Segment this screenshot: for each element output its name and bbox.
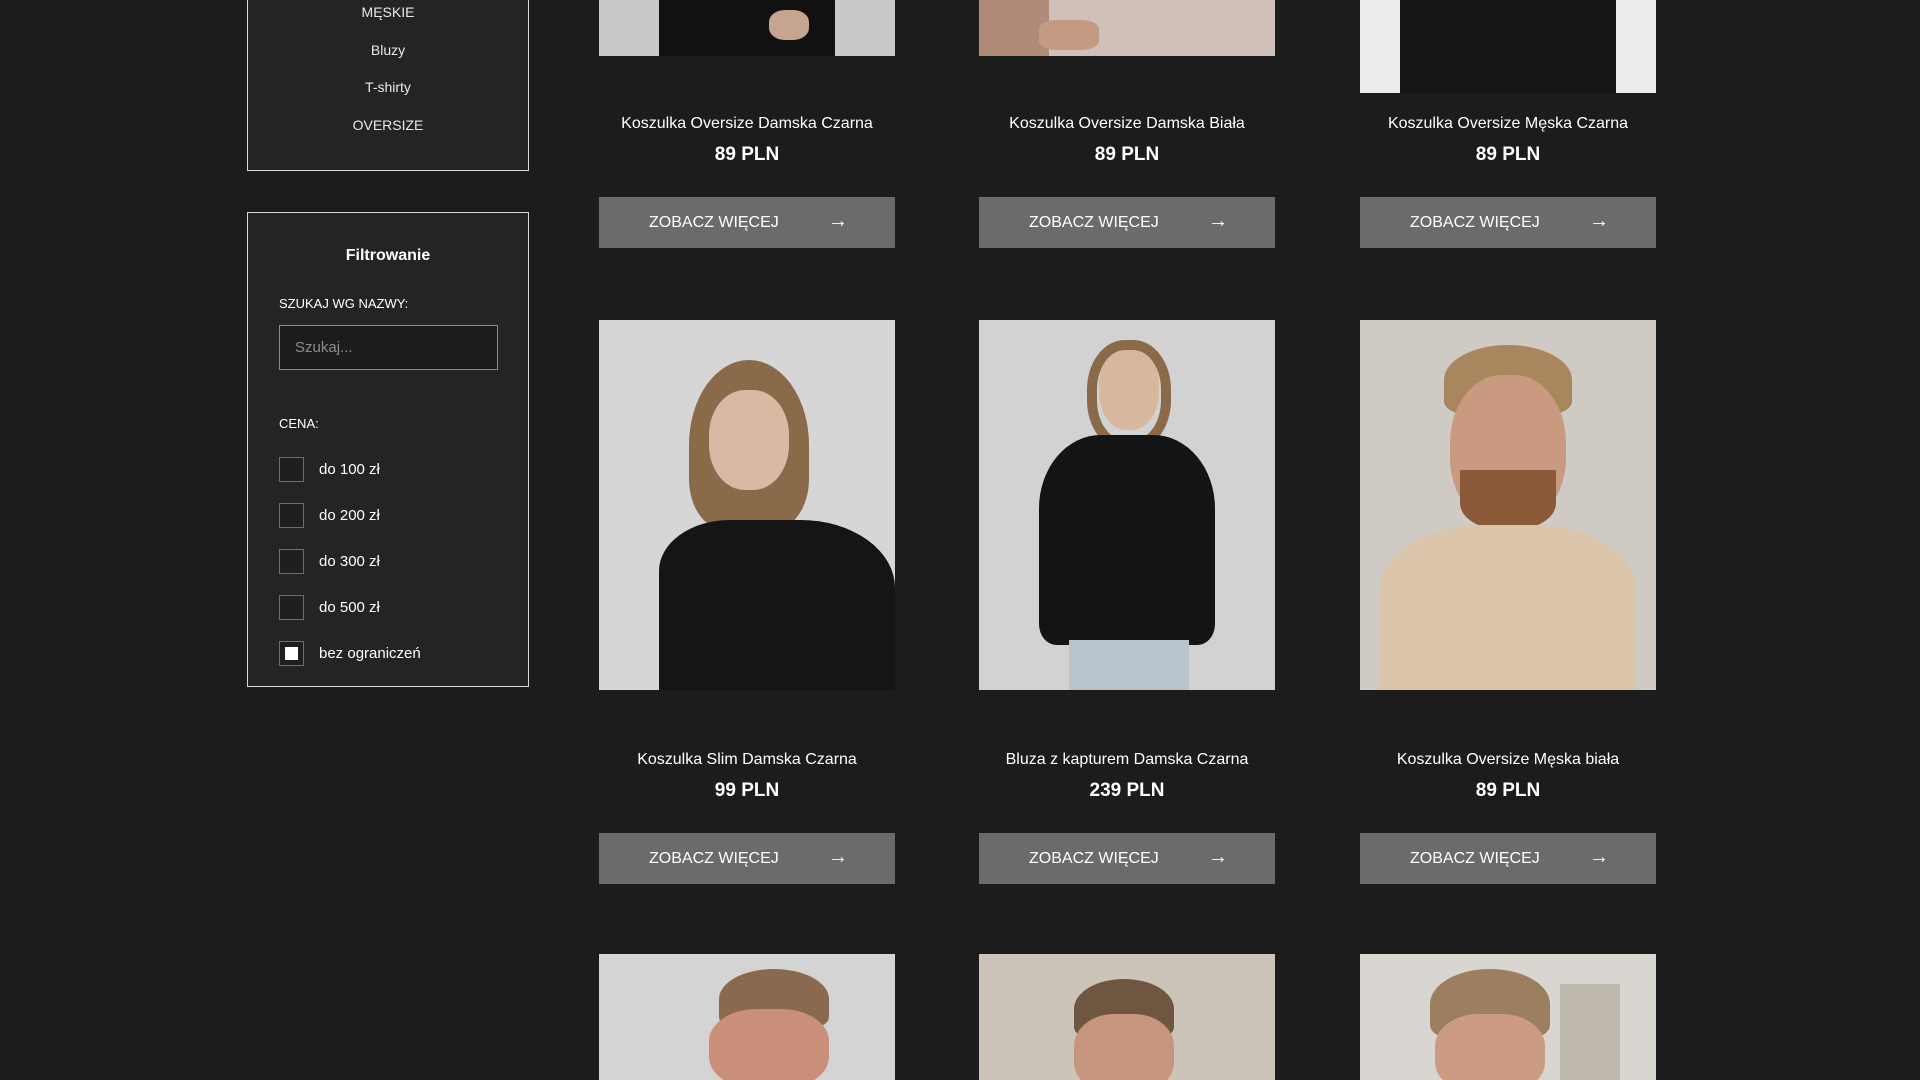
price-checkbox[interactable] [279,503,304,528]
product-image[interactable] [979,954,1275,1080]
price-option-label: do 100 zł [319,461,380,478]
price-checkbox[interactable] [279,457,304,482]
arrow-right-icon: → [1589,210,1609,232]
see-more-label: ZOBACZ WIĘCEJ [1029,850,1159,867]
arrow-right-icon: → [828,846,848,868]
price-option-label: do 200 zł [319,507,380,524]
see-more-label: ZOBACZ WIĘCEJ [1029,214,1159,231]
product-name[interactable]: Koszulka Oversize Męska biała [1320,751,1696,769]
see-more-label: ZOBACZ WIĘCEJ [649,850,779,867]
arrow-right-icon: → [1208,210,1228,232]
product-image[interactable] [599,320,895,690]
price-checkbox[interactable] [279,595,304,620]
product-image[interactable] [599,954,895,1080]
price-option-label: bez ograniczeń [319,645,421,662]
price-option-500[interactable]: do 500 zł [279,595,499,621]
product-price: 99 PLN [714,780,780,801]
product-image[interactable] [1360,320,1656,690]
product-name[interactable]: Bluza z kapturem Damska Czarna [939,751,1315,769]
price-label: CENA: [279,416,319,431]
arrow-right-icon: → [1589,846,1609,868]
product-image[interactable] [1360,0,1656,93]
see-more-button[interactable]: ZOBACZ WIĘCEJ → [599,833,895,884]
product-name[interactable]: Koszulka Oversize Damska Czarna [559,115,935,133]
see-more-button[interactable]: ZOBACZ WIĘCEJ → [979,833,1275,884]
see-more-button[interactable]: ZOBACZ WIĘCEJ → [1360,197,1656,248]
product-price: 89 PLN [714,144,780,165]
see-more-label: ZOBACZ WIĘCEJ [1410,214,1540,231]
price-checkbox[interactable] [279,549,304,574]
price-option-200[interactable]: do 200 zł [279,503,499,529]
price-option-unlimited[interactable]: bez ograniczeń [279,641,499,667]
category-item-meskie[interactable]: MĘSKIE [248,4,528,20]
product-name[interactable]: Koszulka Oversize Męska Czarna [1320,115,1696,133]
product-price: 89 PLN [1475,780,1541,801]
search-label: SZUKAJ WG NAZWY: [279,296,409,311]
product-price: 89 PLN [1094,144,1160,165]
filter-panel: Filtrowanie SZUKAJ WG NAZWY: CENA: do 10… [247,212,529,687]
category-item-oversize[interactable]: OVERSIZE [248,117,528,133]
see-more-button[interactable]: ZOBACZ WIĘCEJ → [599,197,895,248]
product-image[interactable] [979,320,1275,690]
product-name[interactable]: Koszulka Slim Damska Czarna [559,751,935,769]
search-input[interactable] [279,325,498,370]
price-option-label: do 500 zł [319,599,380,616]
category-list: MĘSKIE Bluzy T-shirty OVERSIZE [247,0,529,171]
see-more-button[interactable]: ZOBACZ WIĘCEJ → [979,197,1275,248]
arrow-right-icon: → [828,210,848,232]
filter-title: Filtrowanie [345,247,431,264]
category-item-tshirty[interactable]: T-shirty [248,79,528,95]
price-checkbox[interactable] [279,641,304,666]
price-option-300[interactable]: do 300 zł [279,549,499,575]
category-item-bluzy[interactable]: Bluzy [248,42,528,58]
product-price: 89 PLN [1475,144,1541,165]
product-name[interactable]: Koszulka Oversize Damska Biała [939,115,1315,133]
product-price: 239 PLN [1089,780,1165,801]
product-image[interactable] [1360,954,1656,1080]
product-image[interactable] [599,0,895,56]
price-option-100[interactable]: do 100 zł [279,457,499,483]
arrow-right-icon: → [1208,846,1228,868]
see-more-label: ZOBACZ WIĘCEJ [1410,850,1540,867]
see-more-button[interactable]: ZOBACZ WIĘCEJ → [1360,833,1656,884]
product-image[interactable] [979,0,1275,56]
price-option-label: do 300 zł [319,553,380,570]
see-more-label: ZOBACZ WIĘCEJ [649,214,779,231]
